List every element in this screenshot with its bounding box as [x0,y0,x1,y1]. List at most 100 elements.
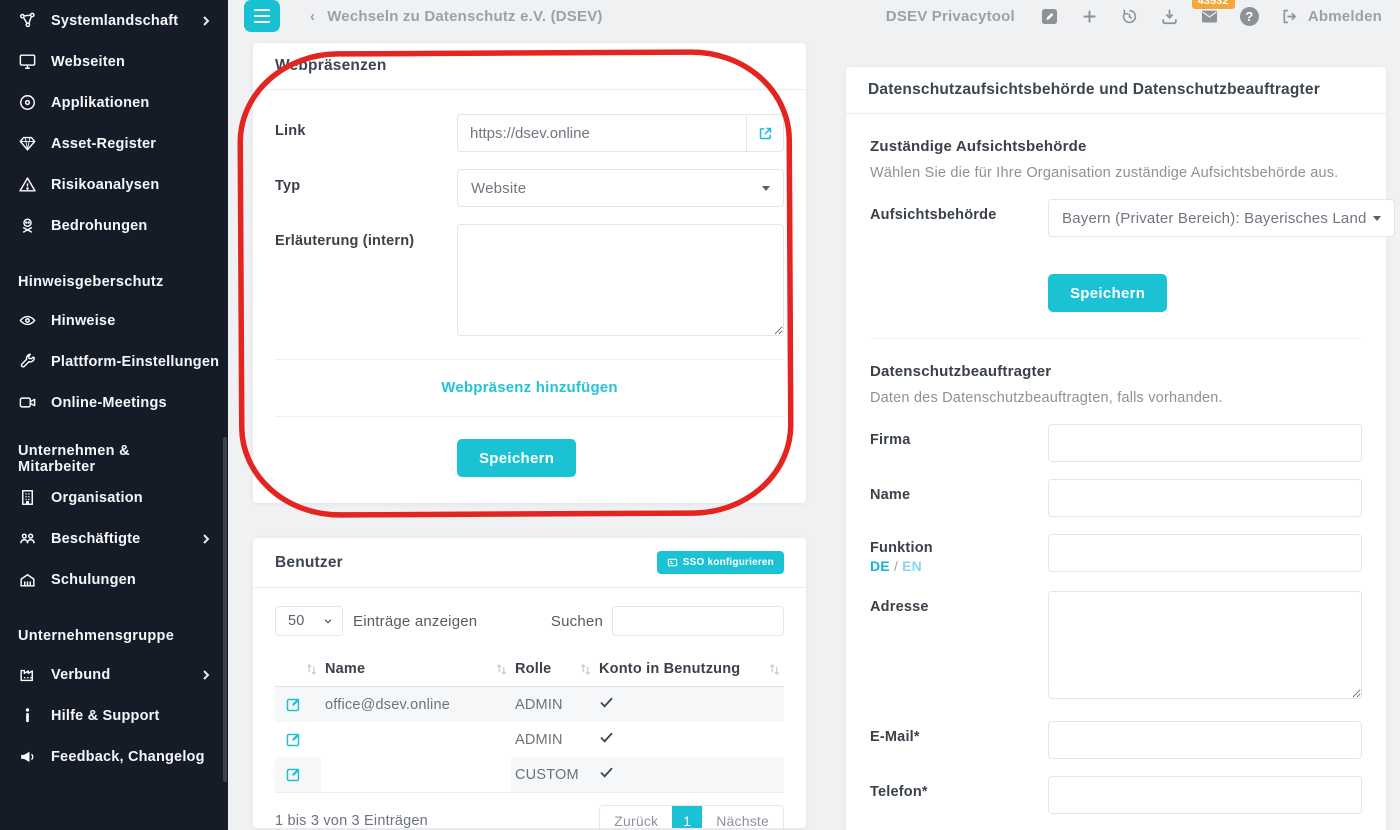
sidebar-item-asset-register[interactable]: Asset-Register [0,123,228,164]
dpo-section-heading: Datenschutzbeauftragter [870,363,1052,380]
link-input-group [457,114,784,152]
link-row: Link [275,114,784,152]
sidebar-item-risikoanalysen[interactable]: Risikoanalysen [0,164,228,205]
search-input[interactable] [612,606,784,636]
help-icon[interactable]: ? [1239,6,1259,26]
authority-save-button[interactable]: Speichern [1048,274,1168,312]
pagination-page-1[interactable]: 1 [672,806,703,828]
check-icon [600,697,613,708]
type-select[interactable]: Website [457,169,784,207]
card-title: Webpräsenzen [275,57,387,74]
edit-pencil-icon[interactable] [285,731,302,748]
telefon-input[interactable] [1048,776,1362,814]
sort-icon [580,663,591,675]
history-icon[interactable] [1120,7,1139,26]
sidebar-item-webseiten[interactable]: Webseiten [0,41,228,82]
pagination-prev[interactable]: Zurück [600,806,673,828]
column-edit[interactable] [275,652,321,687]
webpresence-card-body: Link Typ [253,90,806,503]
sidebar-item-label: Beschäftigte [51,530,141,547]
search-wrap: Suchen [551,606,784,636]
lang-de-toggle[interactable]: DE [870,558,890,574]
disc-icon [20,95,35,110]
column-konto[interactable]: Konto in Benutzung [595,652,784,687]
adresse-textarea[interactable] [1048,591,1362,699]
user-name-cell [321,722,511,757]
right-column: Datenschutzaufsichtsbehörde und Datensch… [846,67,1395,830]
notifications-mail[interactable]: 43532 [1191,0,1235,31]
lang-en-toggle[interactable]: EN [902,558,922,574]
download-icon[interactable] [1160,7,1179,26]
add-webpresence-link[interactable]: Webpräsenz hinzufügen [441,379,617,396]
users-card-body: 50 Einträge anzeigen Suchen Name Rolle K… [253,588,806,828]
note-control [457,224,784,341]
sidebar-item-hilfe-support[interactable]: Hilfe & Support [0,695,228,736]
sidebar-item-systemlandschaft[interactable]: Systemlandschaft [0,0,228,41]
funktion-input[interactable] [1048,534,1362,572]
breadcrumb-back-link[interactable]: ‹ Wechseln zu Datenschutz e.V. (DSEV) [310,8,603,25]
sidebar-item-label: Bedrohungen [51,217,148,234]
sidebar-scrollbar[interactable] [223,437,227,782]
hamburger-menu-button[interactable] [244,0,280,32]
sidebar-item-bedrohungen[interactable]: Bedrohungen [0,205,228,246]
sidebar-item-plattform-einstellungen[interactable]: Plattform-Einstellungen [0,341,228,382]
table-row: office@dsev.online ADMIN [275,686,784,722]
save-button[interactable]: Speichern [457,439,577,477]
note-textarea[interactable] [457,224,784,336]
edit-pencil-icon[interactable] [285,766,302,783]
link-control [457,114,784,152]
name-input[interactable] [1048,479,1362,517]
page-size-select[interactable]: 50 [275,606,343,636]
column-label: Rolle [515,661,552,677]
plus-icon[interactable] [1080,7,1099,26]
breadcrumb-label: Wechseln zu Datenschutz e.V. (DSEV) [327,7,603,25]
open-link-button[interactable] [746,115,783,151]
lang-separator: / [893,558,899,574]
sidebar-item-label: Verbund [51,666,111,683]
info-icon [25,708,30,723]
check-icon [600,732,613,743]
column-name[interactable]: Name [321,652,511,687]
sidebar-item-beschaeftigte[interactable]: Beschäftigte [0,518,228,559]
sidebar-item-label: Schulungen [51,571,136,588]
logout-button[interactable]: Abmelden [1280,7,1382,26]
wrench-icon [20,353,35,368]
webpresence-card: Webpräsenzen Link https://dsev.online Ty… [253,43,806,503]
table-row: ADMIN [275,722,784,757]
topbar: ‹ Wechseln zu Datenschutz e.V. (DSEV) DS… [228,0,1400,32]
sidebar-item-applikationen[interactable]: Applikationen [0,82,228,123]
sidebar-item-hinweise[interactable]: Hinweise [0,300,228,341]
logout-label: Abmelden [1307,7,1382,25]
column-label: Name [325,661,366,677]
app-window: Systemlandschaft Webseiten Applikationen… [0,0,1400,830]
firma-row: Firma [870,424,1362,462]
link-label: Link [275,123,306,139]
sidebar-item-label: Online-Meetings [51,394,167,411]
pagination: Zurück 1 Nächste [599,805,784,828]
sidebar-item-online-meetings[interactable]: Online-Meetings [0,382,228,423]
sso-button-label: SSO konfigurieren [682,557,774,568]
sidebar: Systemlandschaft Webseiten Applikationen… [0,0,228,830]
column-rolle[interactable]: Rolle [511,652,595,687]
language-toggle: DE / EN [870,558,1048,574]
name-row: Name [870,479,1362,517]
sidebar-item-schulungen[interactable]: Schulungen [0,559,228,600]
sidebar-item-feedback-changelog[interactable]: Feedback, Changelog [0,736,228,777]
webpresence-card-header: Webpräsenzen [253,43,806,90]
pagination-next[interactable]: Nächste [702,806,783,828]
email-input[interactable] [1048,721,1362,759]
hamburger-icon [254,8,270,12]
sort-icon [769,663,780,675]
gem-icon [19,136,36,151]
sidebar-item-label: Hilfe & Support [51,707,160,724]
sso-configure-button[interactable]: SSO konfigurieren [656,551,784,574]
firma-input[interactable] [1048,424,1362,462]
authority-select[interactable]: Bayern (Privater Bereich): Bayerisches L… [1048,199,1395,237]
link-input[interactable] [458,115,746,151]
sidebar-item-verbund[interactable]: Verbund [0,654,228,695]
sidebar-item-label: Webseiten [51,53,126,70]
authority-select-value: Bayern (Privater Bereich): Bayerisches L… [1062,209,1367,227]
sidebar-item-organisation[interactable]: Organisation [0,477,228,518]
edit-pencil-icon[interactable] [285,696,302,713]
edit-square-icon[interactable] [1040,7,1059,26]
